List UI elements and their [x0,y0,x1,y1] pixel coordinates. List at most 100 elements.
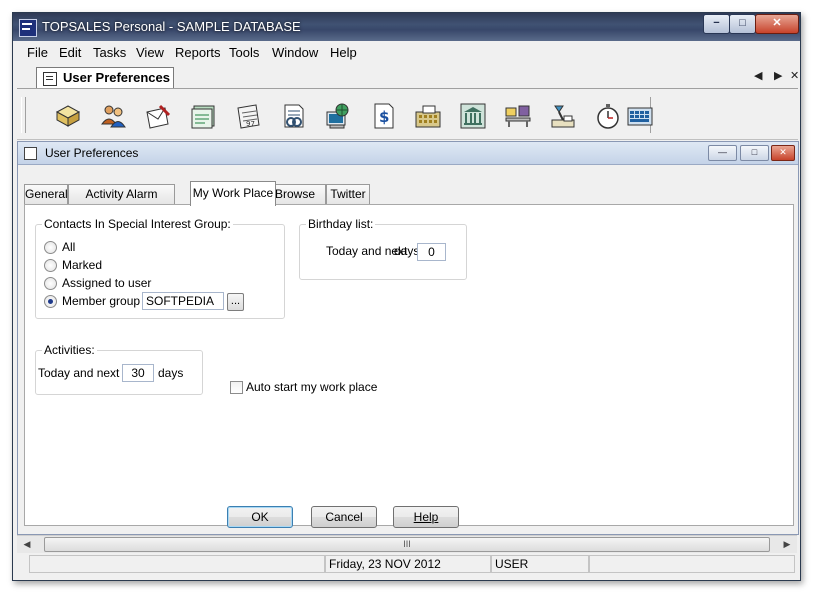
menu-edit[interactable]: Edit [59,45,81,60]
tab-my-work-place[interactable]: My Work Place [190,181,276,206]
toolbar-button-calendar[interactable]: 97 [231,99,265,133]
horizontal-scrollbar[interactable]: ◀ III ▶ [17,535,797,553]
dollar-document-icon: $ [374,103,394,129]
menu-window[interactable]: Window [272,45,318,60]
member-group-browse-button[interactable]: ... [227,293,244,311]
toolbar-button-bank[interactable] [456,99,490,133]
bank-building-icon [460,103,486,129]
tab-prev-icon[interactable]: ◀ [754,69,762,82]
auto-start-label[interactable]: Auto start my work place [246,380,377,394]
status-user: USER [491,555,589,573]
status-cell-empty-2 [589,555,795,573]
menu-file[interactable]: File [27,45,48,60]
svg-text:$: $ [379,108,389,126]
radio-assigned-to-user[interactable] [44,277,57,290]
toolbar-button-letter[interactable] [141,99,175,133]
menu-tools[interactable]: Tools [229,45,259,60]
toolbar-button-store[interactable] [501,99,535,133]
tab-close-icon[interactable]: ✕ [790,69,799,82]
radio-member-group-label[interactable]: Member group [62,294,140,308]
toolbar-button-open[interactable] [51,99,85,133]
auto-start-checkbox[interactable] [230,381,243,394]
document-tab-label: User Preferences [63,70,170,85]
toolbar-button-register[interactable] [411,99,445,133]
open-folder-icon [55,105,81,127]
radio-assigned-to-user-label[interactable]: Assigned to user [62,276,151,290]
ok-button[interactable]: OK [227,506,293,528]
maximize-button[interactable]: □ [729,14,756,34]
member-group-input[interactable]: SOFTPEDIA [142,292,224,310]
toolbar-button-web[interactable] [321,99,355,133]
child-close-button[interactable]: ✕ [771,145,795,161]
child-minimize-button[interactable]: — [708,145,737,161]
toolbar-button-desk[interactable] [546,99,580,133]
cancel-button[interactable]: Cancel [311,506,377,528]
title-bar[interactable]: TOPSALES Personal - SAMPLE DATABASE − □ … [13,13,800,41]
document-tab[interactable]: User Preferences [36,67,174,88]
help-button[interactable]: Help [393,506,459,528]
app-icon[interactable] [19,19,37,37]
tab-next-icon[interactable]: ▶ [774,69,782,82]
close-button[interactable]: ✕ [755,14,799,34]
toolbar-button-document[interactable] [276,99,310,133]
user-preferences-window: User Preferences — □ ✕ General Activity … [17,141,799,535]
card-file-icon [191,105,215,129]
status-date: Friday, 23 NOV 2012 [325,555,491,573]
desk-lamp-icon [551,105,575,128]
radio-all[interactable] [44,241,57,254]
birthday-group-title: Birthday list: [306,217,376,231]
scroll-left-icon[interactable]: ◀ [19,536,35,552]
contacts-people-icon [101,105,126,128]
web-computer-icon [326,103,349,129]
radio-marked-label[interactable]: Marked [62,258,102,272]
form-icon [43,72,57,86]
radio-all-label[interactable]: All [62,240,75,254]
tab-twitter[interactable]: Twitter [326,184,370,205]
toolbar-button-contacts[interactable] [96,99,130,133]
menu-tasks[interactable]: Tasks [93,45,126,60]
keyboard-calc-icon [627,107,653,126]
toolbar: 97 $ [17,91,798,140]
activities-days-label: days [158,366,184,380]
status-bar: Friday, 23 NOV 2012 USER [17,553,797,575]
form-icon [24,147,37,160]
menu-bar: File Edit Tasks View Reports Tools Windo… [13,42,800,62]
radio-marked[interactable] [44,259,57,272]
birthday-group: Birthday list: Today and next days 0 [299,217,467,280]
radio-member-group[interactable] [44,295,57,308]
calculator-register-icon [415,105,441,128]
menu-help[interactable]: Help [330,45,357,60]
child-title: User Preferences [45,146,139,160]
toolbar-button-invoice[interactable]: $ [366,99,400,133]
menu-view[interactable]: View [136,45,164,60]
activities-days-input[interactable]: 30 [122,364,154,382]
tab-panel-my-work-place: Contacts In Special Interest Group: All … [24,204,794,528]
document-icon [284,104,304,128]
tab-general[interactable]: General [24,184,68,205]
svg-text:97: 97 [246,120,255,128]
toolbar-button-timer[interactable] [591,99,625,133]
calendar-icon: 97 [237,104,260,129]
letter-write-icon [146,104,171,129]
store-items-icon [505,105,531,127]
birthday-days-label: days [394,244,420,258]
child-title-bar[interactable]: User Preferences — □ ✕ [18,142,798,165]
toolbar-grip[interactable] [21,97,26,133]
document-tab-strip: User Preferences ◀ ▶ ✕ [17,64,799,89]
tab-activity-alarm-setting[interactable]: Activity Alarm Setting [68,184,175,220]
activities-today-label: Today and next [38,366,120,380]
status-cell-empty-1 [29,555,325,573]
scroll-right-icon[interactable]: ▶ [779,536,795,552]
menu-reports[interactable]: Reports [175,45,221,60]
toolbar-button-cardfile[interactable] [186,99,220,133]
toolbar-button-calculator[interactable] [623,99,657,133]
contacts-group: Contacts In Special Interest Group: All … [35,217,285,319]
activities-group: Activities: Today and next 30 days [35,343,203,395]
minimize-button[interactable]: − [703,14,730,34]
birthday-days-input[interactable]: 0 [417,243,446,261]
stopwatch-icon [597,104,619,129]
child-maximize-button[interactable]: □ [740,145,769,161]
window-title: TOPSALES Personal - SAMPLE DATABASE [42,19,301,34]
contacts-group-title: Contacts In Special Interest Group: [42,217,233,231]
scroll-thumb[interactable]: III [44,537,770,552]
